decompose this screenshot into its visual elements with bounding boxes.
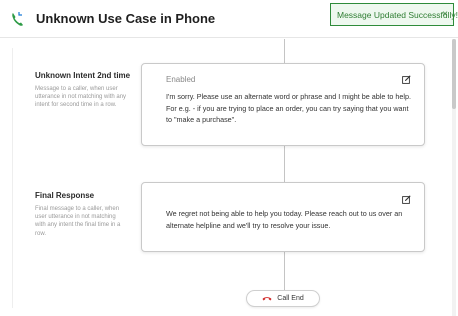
status-label: Enabled: [166, 75, 196, 84]
section-description: Message to a caller, when user utterance…: [35, 86, 127, 109]
message-card[interactable]: Enabled I'm sorry. Please use an alterna…: [141, 63, 425, 146]
call-end-label: Call End: [277, 295, 304, 302]
message-text: I'm sorry. Please use an alternate word …: [166, 92, 411, 124]
flow-connector: [284, 39, 285, 63]
phone-icon: [12, 12, 23, 26]
toast-message: Message Updated Successfully!: [337, 9, 458, 20]
edit-icon[interactable]: [402, 195, 411, 204]
scrollbar-thumb[interactable]: [452, 39, 456, 109]
phone-hangup-icon: [262, 297, 272, 301]
edit-icon[interactable]: [402, 75, 411, 84]
vertical-scrollbar[interactable]: [452, 39, 456, 316]
call-end-button[interactable]: Call End: [246, 290, 320, 307]
flow-connector: [284, 146, 285, 182]
message-card[interactable]: We regret not being able to help you tod…: [141, 182, 425, 252]
left-divider: [12, 48, 13, 308]
success-toast: Message Updated Successfully! ×: [330, 3, 458, 26]
section-description: Final message to a caller, when user utt…: [35, 206, 121, 237]
message-text: We regret not being able to help you tod…: [166, 209, 403, 230]
section-title: Final Response: [35, 191, 95, 200]
page-title: Unknown Use Case in Phone: [36, 11, 216, 26]
section-title: Unknown Intent 2nd time: [35, 71, 131, 80]
close-icon[interactable]: ×: [442, 9, 448, 20]
flow-connector: [284, 252, 285, 290]
